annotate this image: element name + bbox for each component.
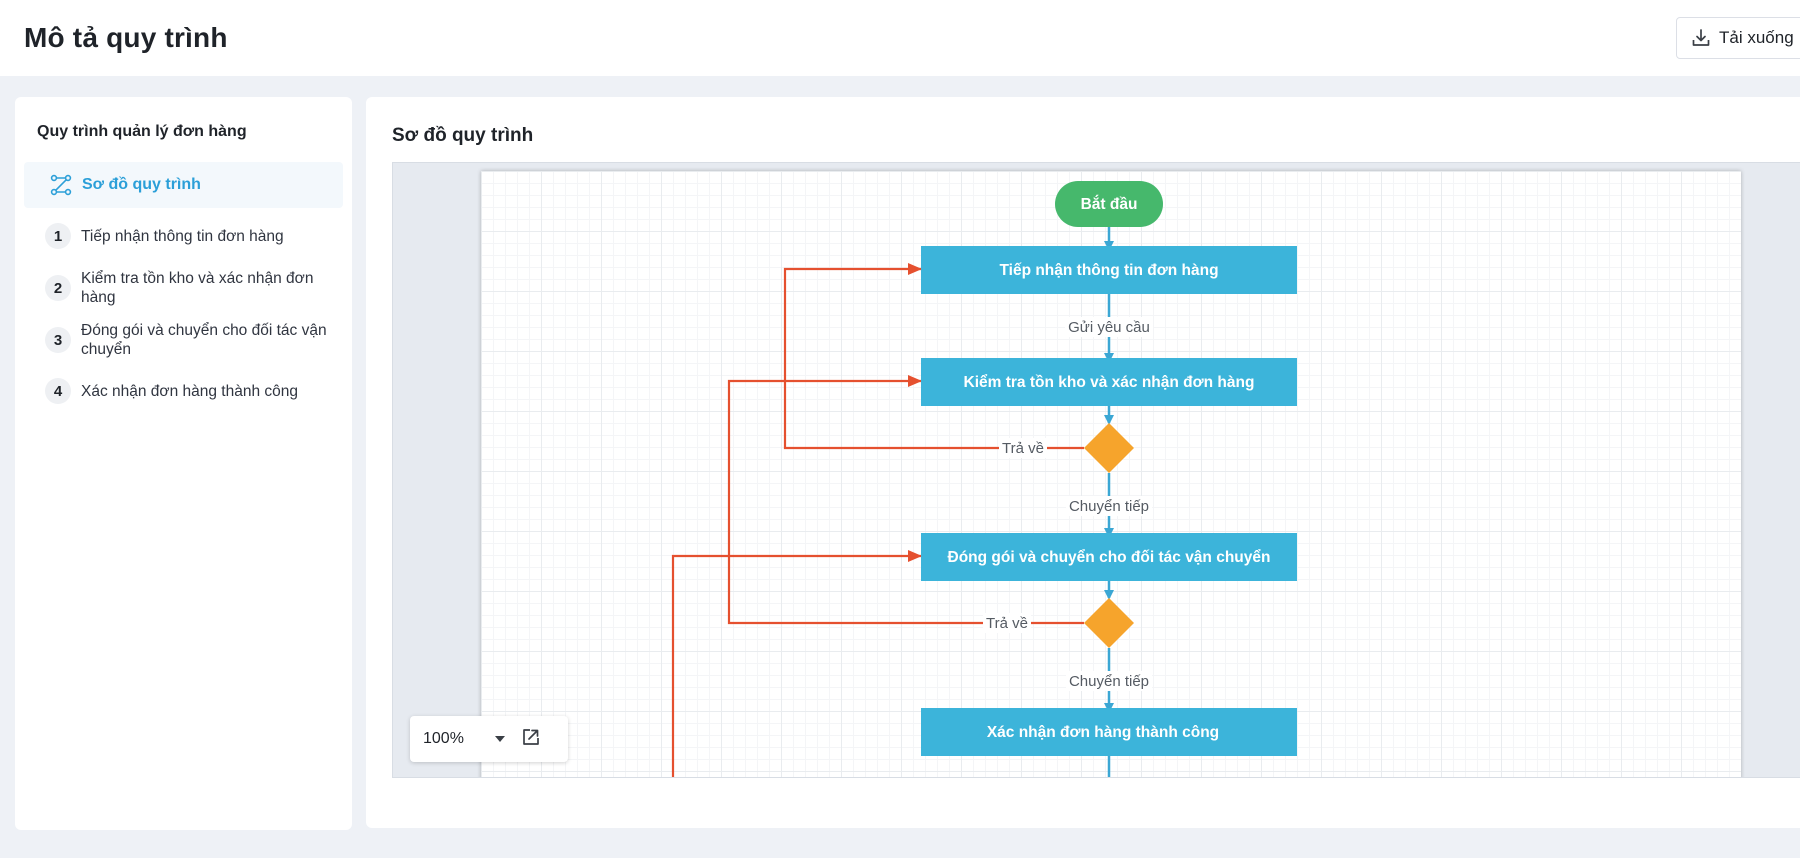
return-edge-bottom-to-node3	[671, 550, 922, 777]
page-title: Mô tả quy trình	[24, 22, 228, 53]
page-header: Mô tả quy trình Tải xuống	[0, 0, 1800, 76]
process-node-2-label: Kiểm tra tồn kho và xác nhận đơn hàng	[964, 374, 1255, 391]
edge-label-forward-2: Chuyển tiếp	[1069, 673, 1149, 690]
edge-label-forward-1: Chuyển tiếp	[1069, 498, 1149, 515]
decision-node-1[interactable]	[1084, 423, 1134, 473]
edge-label-return-2: Trả về	[986, 615, 1028, 632]
edge-label-request: Gửi yêu cầu	[1068, 319, 1150, 336]
download-icon	[1692, 29, 1710, 46]
main-panel: Sơ đồ quy trình Gửi yêu cầu Trả về Chuyể…	[366, 97, 1800, 828]
export-button[interactable]	[521, 727, 541, 752]
sidebar-item-diagram[interactable]: Sơ đồ quy trình	[24, 162, 343, 208]
sidebar-item-diagram-label: Sơ đồ quy trình	[82, 176, 201, 193]
download-button-label: Tải xuống	[1719, 28, 1794, 47]
sidebar-step-4[interactable]: 4 Xác nhận đơn hàng thành công	[45, 378, 335, 404]
flow-diagram: Gửi yêu cầu Trả về Chuyển tiếp Trả về Ch…	[671, 181, 1297, 777]
sidebar: Quy trình quản lý đơn hàng Sơ đồ quy trì…	[15, 97, 352, 830]
process-node-3-label: Đóng gói và chuyển cho đối tác vận chuyể…	[948, 549, 1271, 566]
step-label: Đóng gói và chuyển cho đối tác vận chuyể…	[81, 322, 327, 358]
zoom-control: 100%	[410, 716, 568, 762]
zoom-level[interactable]: 100%	[423, 730, 485, 748]
step-label: Tiếp nhận thông tin đơn hàng	[81, 227, 284, 245]
step-number: 2	[45, 275, 71, 301]
step-number: 4	[45, 378, 71, 404]
caret-down-icon	[495, 736, 505, 742]
sidebar-step-3[interactable]: 3 Đóng gói và chuyển cho đối tác vận chu…	[45, 321, 335, 359]
export-icon	[523, 728, 539, 745]
flow-diagram-icon	[50, 174, 72, 196]
download-button[interactable]: Tải xuống	[1676, 17, 1800, 59]
process-node-1-label: Tiếp nhận thông tin đơn hàng	[999, 262, 1218, 279]
step-label: Kiểm tra tồn kho và xác nhận đơn hàng	[81, 270, 314, 306]
step-label: Xác nhận đơn hàng thành công	[81, 382, 299, 400]
process-node-4-label: Xác nhận đơn hàng thành công	[987, 724, 1219, 741]
start-node-label: Bắt đầu	[1081, 195, 1138, 213]
edge-label-return-1: Trả về	[1002, 440, 1044, 457]
zoom-dropdown-button[interactable]	[485, 736, 515, 742]
diagram-canvas[interactable]: Gửi yêu cầu Trả về Chuyển tiếp Trả về Ch…	[392, 162, 1800, 778]
diagram-paper: Gửi yêu cầu Trả về Chuyển tiếp Trả về Ch…	[481, 171, 1741, 777]
sidebar-step-2[interactable]: 2 Kiểm tra tồn kho và xác nhận đơn hàng	[45, 269, 335, 307]
step-number: 3	[45, 327, 71, 353]
diagram-section-title: Sơ đồ quy trình	[392, 125, 534, 146]
step-number: 1	[45, 223, 71, 249]
return-edge-decision2-to-node2	[727, 375, 1084, 625]
decision-node-2[interactable]	[1084, 598, 1134, 648]
sidebar-step-1[interactable]: 1 Tiếp nhận thông tin đơn hàng	[45, 223, 335, 249]
sidebar-title: Quy trình quản lý đơn hàng	[37, 123, 247, 140]
